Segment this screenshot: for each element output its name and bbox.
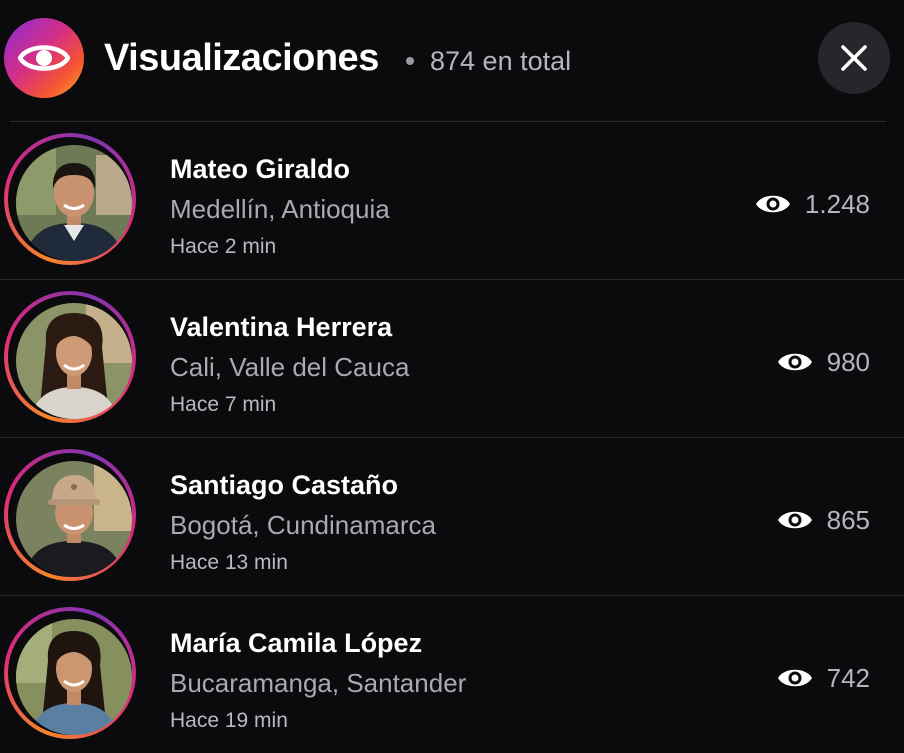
viewer-location: Bogotá, Cundinamarca xyxy=(170,510,436,540)
views-logo xyxy=(4,18,84,98)
close-icon xyxy=(841,45,867,71)
eye-icon xyxy=(755,195,790,213)
view-count: 742 xyxy=(826,662,870,693)
viewer-time: Hace 19 min xyxy=(170,709,288,732)
avatar[interactable] xyxy=(4,607,136,739)
total-views-count: 874 en total xyxy=(430,46,572,76)
viewer-row[interactable]: Santiago Castaño Bogotá, Cundinamarca Ha… xyxy=(0,437,904,595)
avatar-man-icon xyxy=(16,145,132,261)
close-button[interactable] xyxy=(818,22,890,94)
header: Visualizaciones 874 en total xyxy=(0,0,904,122)
eye-icon xyxy=(18,45,70,71)
avatar-woman-icon xyxy=(16,619,132,735)
page-title: Visualizaciones xyxy=(104,37,379,79)
viewer-name[interactable]: María Camila López xyxy=(170,628,422,659)
eye-icon xyxy=(777,511,812,529)
view-count-group: 742 xyxy=(777,662,870,694)
avatar[interactable] xyxy=(4,291,136,423)
viewer-row[interactable]: María Camila López Bucaramanga, Santande… xyxy=(0,595,904,753)
separator-dot xyxy=(406,57,414,65)
viewers-list: Mateo Giraldo Medellín, Antioquia Hace 2… xyxy=(0,122,904,753)
eye-icon xyxy=(777,669,812,687)
view-count: 980 xyxy=(826,346,870,377)
viewer-name[interactable]: Mateo Giraldo xyxy=(170,154,350,185)
viewer-location: Bucaramanga, Santander xyxy=(170,668,467,698)
viewer-name[interactable]: Valentina Herrera xyxy=(170,312,392,343)
view-count-group: 1.248 xyxy=(755,188,870,220)
viewer-location: Cali, Valle del Cauca xyxy=(170,352,410,382)
view-count: 1.248 xyxy=(804,188,870,219)
viewer-location: Medellín, Antioquia xyxy=(170,194,390,224)
view-count-group: 865 xyxy=(777,504,870,536)
viewer-time: Hace 13 min xyxy=(170,551,288,574)
avatar[interactable] xyxy=(4,449,136,581)
viewer-row[interactable]: Mateo Giraldo Medellín, Antioquia Hace 2… xyxy=(0,122,904,279)
viewer-time: Hace 7 min xyxy=(170,393,277,416)
avatar-woman-icon xyxy=(16,303,132,419)
view-count: 865 xyxy=(826,504,870,535)
eye-icon xyxy=(777,353,812,371)
view-count-group: 980 xyxy=(777,346,870,378)
viewer-row[interactable]: Valentina Herrera Cali, Valle del Cauca … xyxy=(0,279,904,437)
avatar-man-cap-icon xyxy=(16,461,132,577)
viewer-time: Hace 2 min xyxy=(170,235,277,258)
viewer-name[interactable]: Santiago Castaño xyxy=(170,470,398,501)
avatar[interactable] xyxy=(4,133,136,265)
